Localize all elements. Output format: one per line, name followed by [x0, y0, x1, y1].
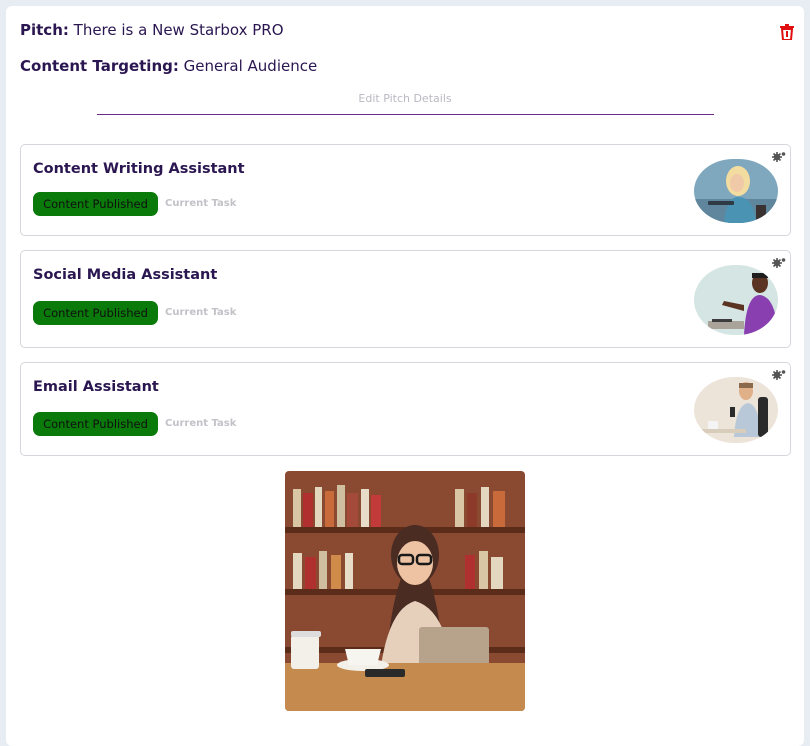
- assistant-name: Social Media Assistant: [33, 267, 218, 283]
- gear-icon[interactable]: [772, 257, 786, 269]
- pitch-label: Pitch:: [20, 21, 69, 39]
- pitch-row: Pitch: There is a New Starbox PRO: [20, 21, 284, 39]
- gear-icon[interactable]: [772, 151, 786, 163]
- woman-laptop-avatar[interactable]: [694, 159, 778, 223]
- status-badge: Content Published: [33, 301, 158, 325]
- edit-pitch-details-link[interactable]: Edit Pitch Details: [6, 92, 804, 105]
- assistant-card-social-media[interactable]: Social Media Assistant Content Published…: [20, 250, 791, 348]
- assistant-card-email[interactable]: Email Assistant Content Published Curren…: [20, 362, 791, 456]
- assistant-name: Email Assistant: [33, 379, 159, 395]
- pitch-value: There is a New Starbox PRO: [73, 21, 284, 39]
- current-task-label: Current Task: [165, 198, 237, 209]
- gear-icon[interactable]: [772, 369, 786, 381]
- man-desk-avatar[interactable]: [694, 377, 778, 443]
- assistant-name: Content Writing Assistant: [33, 161, 245, 177]
- status-badge: Content Published: [33, 412, 158, 436]
- pitch-card: Pitch: There is a New Starbox PRO Conten…: [6, 6, 804, 746]
- current-task-label: Current Task: [165, 418, 237, 429]
- assistant-card-content-writing[interactable]: Content Writing Assistant Content Publis…: [20, 144, 791, 236]
- current-task-label: Current Task: [165, 307, 237, 318]
- divider: [97, 114, 714, 115]
- status-badge: Content Published: [33, 192, 158, 216]
- man-presenting-avatar[interactable]: [694, 265, 778, 335]
- trash-icon[interactable]: [780, 24, 794, 40]
- hero-illustration: [285, 471, 525, 711]
- targeting-value: General Audience: [183, 57, 318, 75]
- targeting-row: Content Targeting: General Audience: [20, 57, 317, 75]
- targeting-label: Content Targeting:: [20, 57, 179, 75]
